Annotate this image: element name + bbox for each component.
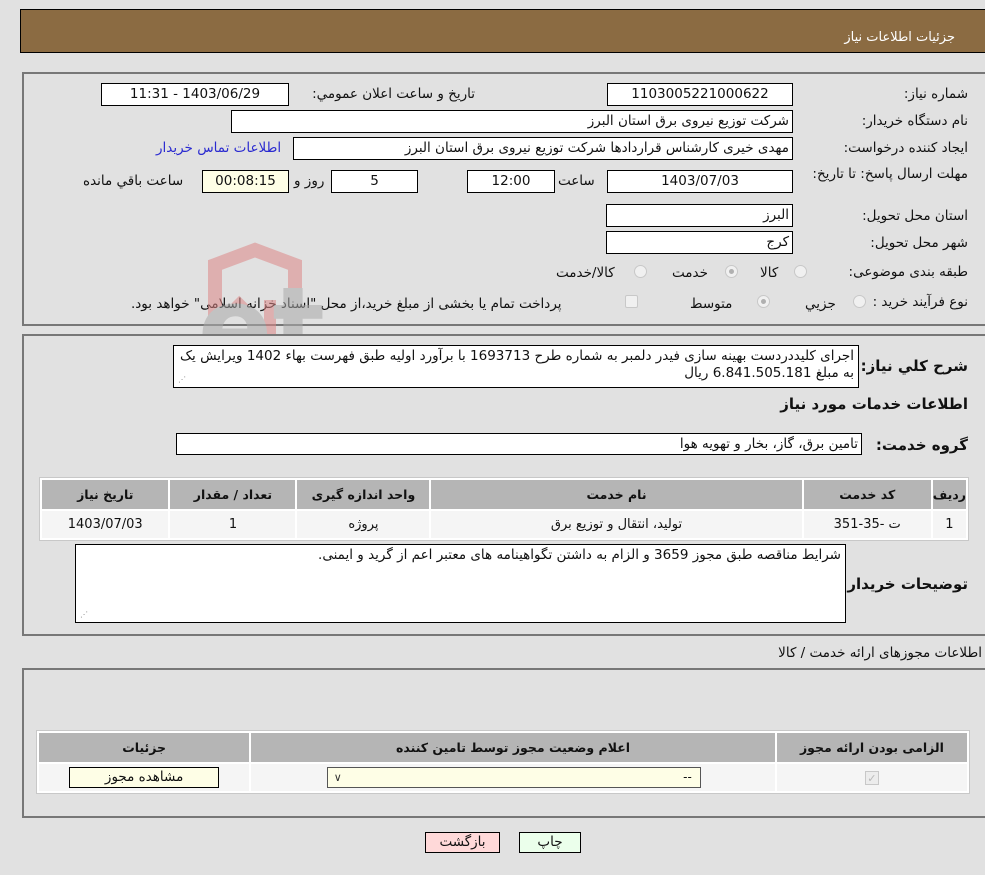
print-button[interactable]: چاپ	[519, 832, 581, 853]
category-radio-goods-service[interactable]	[634, 265, 647, 278]
province-label: استان محل تحویل:	[862, 208, 968, 224]
deadline-time-field: 12:00	[467, 170, 555, 193]
buyer-contact-link[interactable]: اطلاعات تماس خریدار	[156, 140, 281, 156]
description-text: اجرای کلیددردست بهینه سازی فیدر دلمبر به…	[179, 348, 854, 381]
service-group-field: تامین برق، گاز، بخار و تهویه هوا	[176, 433, 862, 455]
deadline-time-label: ساعت	[558, 173, 595, 189]
permits-table: الزامی بودن ارائه مجوز اعلام وضعیت مجوز …	[36, 730, 970, 794]
category-radio-service[interactable]	[725, 265, 738, 278]
treasury-checkbox-label: پرداخت تمام یا بخشی از مبلغ خرید،از محل …	[131, 296, 562, 312]
col-permit-required: الزامی بودن ارائه مجوز	[776, 733, 967, 762]
permits-table-header: الزامی بودن ارائه مجوز اعلام وضعیت مجوز …	[39, 733, 967, 762]
buyer-notes-text: شرایط مناقصه طبق مجوز 3659 و الزام به دا…	[318, 547, 841, 563]
description-label: شرح کلي نیاز:	[860, 357, 968, 375]
category-radio-goods[interactable]	[794, 265, 807, 278]
resize-grip-icon[interactable]: ⋰	[177, 376, 186, 385]
process-option-minor: جزيي	[805, 296, 836, 312]
buyer-notes-label: توضیحات خریدار:	[841, 575, 968, 593]
col-permit-details: جزئیات	[39, 733, 250, 762]
col-service-name: نام خدمت	[431, 480, 802, 509]
page-header: جزئیات اطلاعات نیاز	[20, 9, 985, 53]
process-label: نوع فرآیند خرید :	[872, 294, 968, 310]
need-number-field: 1103005221000622	[607, 83, 793, 106]
days-remaining-field: 5	[331, 170, 418, 193]
process-radio-minor[interactable]	[853, 295, 866, 308]
category-option-goods: کالا	[760, 265, 779, 281]
services-heading: اطلاعات خدمات مورد نیاز	[780, 395, 968, 413]
deadline-date-field: 1403/07/03	[607, 170, 793, 193]
col-unit: واحد اندازه گیری	[297, 480, 430, 509]
cell-permit-required: ✓	[776, 764, 967, 791]
service-group-label: گروه خدمت:	[875, 436, 968, 454]
category-label: طبقه بندی موضوعی:	[848, 264, 968, 280]
chevron-down-icon: ∨	[333, 771, 342, 784]
cell-unit: پروژه	[297, 511, 430, 538]
buyer-notes-field[interactable]: شرایط مناقصه طبق مجوز 3659 و الزام به دا…	[75, 544, 846, 623]
city-field: کرج	[606, 231, 793, 254]
page-title: جزئیات اطلاعات نیاز	[844, 30, 955, 45]
col-row-number: ردیف	[932, 480, 966, 509]
permit-row: ✓ -- ∨ مشاهده مجوز	[39, 764, 967, 791]
cell-permit-details: مشاهده مجوز	[39, 764, 250, 791]
permit-status-select[interactable]: -- ∨	[326, 767, 701, 788]
resize-grip-icon[interactable]: ⋰	[79, 611, 88, 620]
col-permit-status: اعلام وضعیت مجوز توسط تامین کننده	[251, 733, 775, 762]
col-need-date: تاریخ نیاز	[42, 480, 169, 509]
treasury-checkbox[interactable]	[625, 295, 638, 308]
process-radio-medium[interactable]	[757, 295, 770, 308]
category-option-service: خدمت	[672, 265, 708, 281]
cell-service-name: تولید، انتقال و توزیع برق	[431, 511, 802, 538]
col-service-code: کد خدمت	[803, 480, 931, 509]
category-option-goods-service: کالا/خدمت	[556, 265, 615, 281]
creator-field: مهدی خیری کارشناس قراردادها شرکت توزیع ن…	[293, 137, 793, 160]
table-row: 1 ت -35-351 تولید، انتقال و توزیع برق پر…	[42, 511, 966, 538]
services-table: ردیف کد خدمت نام خدمت واحد اندازه گیری ت…	[39, 477, 969, 541]
cell-quantity: 1	[170, 511, 296, 538]
col-quantity: تعداد / مقدار	[170, 480, 296, 509]
back-button[interactable]: بازگشت	[425, 832, 500, 853]
services-table-header: ردیف کد خدمت نام خدمت واحد اندازه گیری ت…	[42, 480, 966, 509]
permits-heading: اطلاعات مجوزهای ارائه خدمت / کالا	[778, 645, 982, 661]
buyer-org-field: شرکت توزیع نیروی برق استان البرز	[231, 110, 793, 133]
cell-service-code: ت -35-351	[803, 511, 931, 538]
description-field[interactable]: اجرای کلیددردست بهینه سازی فیدر دلمبر به…	[173, 345, 859, 388]
province-field: البرز	[606, 204, 793, 227]
cell-row-number: 1	[932, 511, 966, 538]
permit-required-checkbox[interactable]: ✓	[864, 770, 879, 785]
need-number-label: شماره نیاز:	[903, 86, 968, 102]
remaining-time-label: ساعت باقي مانده	[83, 173, 184, 189]
process-option-medium: متوسط	[690, 296, 733, 312]
city-label: شهر محل تحویل:	[870, 235, 968, 251]
cell-permit-status: -- ∨	[251, 764, 775, 791]
deadline-label: مهلت ارسال پاسخ: تا تاریخ:	[812, 166, 968, 182]
days-label: روز و	[294, 173, 325, 189]
announce-date-field: 1403/06/29 - 11:31	[101, 83, 289, 106]
permit-status-value: --	[683, 770, 692, 784]
announce-date-label: تاریخ و ساعت اعلان عمومي:	[312, 86, 475, 102]
cell-need-date: 1403/07/03	[42, 511, 169, 538]
creator-label: ایجاد کننده درخواست:	[843, 140, 968, 156]
buyer-org-label: نام دستگاه خریدار:	[861, 113, 968, 129]
view-permit-button[interactable]: مشاهده مجوز	[69, 767, 220, 788]
remaining-time-field: 00:08:15	[202, 170, 289, 193]
